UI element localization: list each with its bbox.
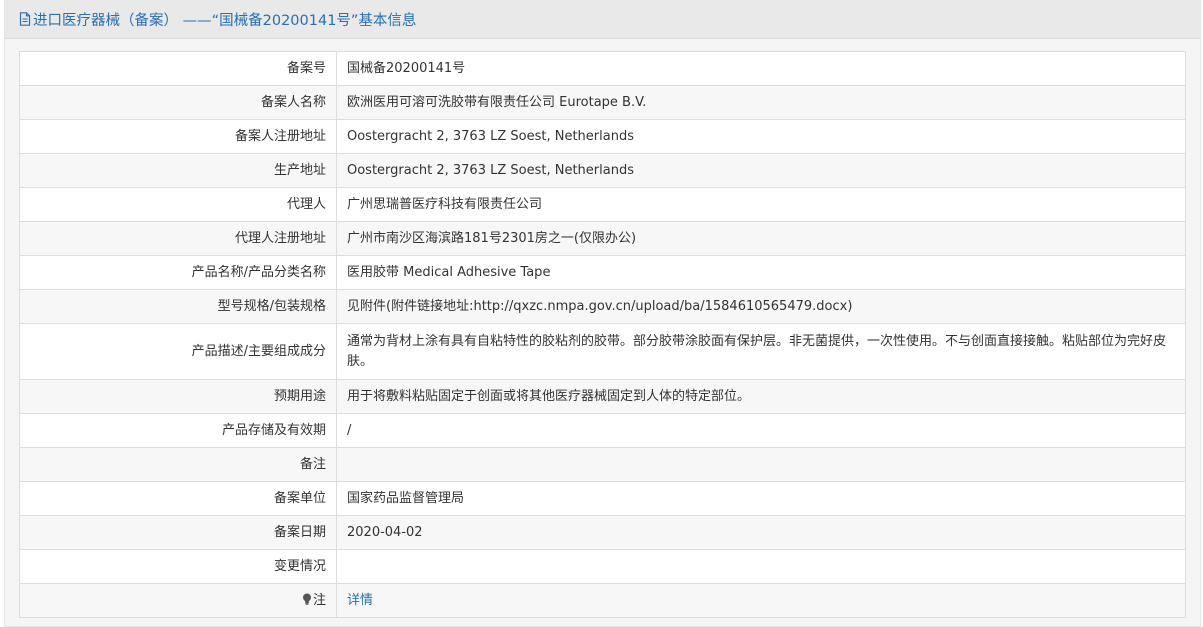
row-value: 国械备20200141号	[336, 51, 1186, 86]
row-label: 备案单位	[19, 481, 337, 516]
row-label: 备案人名称	[19, 85, 337, 120]
table-row: 型号规格/包装规格 见附件(附件链接地址:http://qxzc.nmpa.go…	[19, 289, 1186, 324]
table-row: 备案人注册地址 Oostergracht 2, 3763 LZ Soest, N…	[19, 119, 1186, 154]
row-label: 备注	[19, 447, 337, 482]
table-row: 产品描述/主要组成成分 通常为背材上涂有具有自粘特性的胶粘剂的胶带。部分胶带涂胶…	[19, 323, 1186, 380]
table-row: 备案号 国械备20200141号	[19, 51, 1186, 86]
row-value: 广州思瑞普医疗科技有限责任公司	[336, 187, 1186, 222]
row-value: 用于将敷料粘贴固定于创面或将其他医疗器械固定到人体的特定部位。	[336, 379, 1186, 414]
row-label: 产品存储及有效期	[19, 413, 337, 448]
row-label: 型号规格/包装规格	[19, 289, 337, 324]
table-row: 备案日期 2020-04-02	[19, 515, 1186, 550]
row-label: 产品名称/产品分类名称	[19, 255, 337, 290]
info-panel: 进口医疗器械（备案） ——“国械备20200141号”基本信息 备案号 国械备2…	[4, 0, 1201, 627]
page-title: 进口医疗器械（备案） ——“国械备20200141号”基本信息	[33, 12, 417, 29]
table-row: 产品存储及有效期 /	[19, 413, 1186, 448]
table-row: 代理人注册地址 广州市南沙区海滨路181号2301房之一(仅限办公)	[19, 221, 1186, 256]
row-value: 见附件(附件链接地址:http://qxzc.nmpa.gov.cn/uploa…	[336, 289, 1186, 324]
table-row: 备注	[19, 447, 1186, 482]
row-label: 生产地址	[19, 153, 337, 188]
row-label: 代理人注册地址	[19, 221, 337, 256]
row-value: /	[336, 413, 1186, 448]
row-value: 国家药品监督管理局	[336, 481, 1186, 516]
row-value: 2020-04-02	[336, 515, 1186, 550]
note-label: 注	[312, 592, 326, 608]
details-link[interactable]: 详情	[347, 593, 373, 608]
table-row: 变更情况	[19, 549, 1186, 584]
row-label: 备案号	[19, 51, 337, 86]
info-table: 备案号 国械备20200141号 备案人名称 欧洲医用可溶可洗胶带有限责任公司 …	[19, 51, 1186, 618]
row-label: 备案日期	[19, 515, 337, 550]
row-label: 变更情况	[19, 549, 337, 584]
row-label: 备案人注册地址	[19, 119, 337, 154]
table-row: 备案人名称 欧洲医用可溶可洗胶带有限责任公司 Eurotape B.V.	[19, 85, 1186, 120]
table-row: 生产地址 Oostergracht 2, 3763 LZ Soest, Neth…	[19, 153, 1186, 188]
row-value: 通常为背材上涂有具有自粘特性的胶粘剂的胶带。部分胶带涂胶面有保护层。非无菌提供，…	[336, 323, 1186, 380]
table-row: 代理人 广州思瑞普医疗科技有限责任公司	[19, 187, 1186, 222]
note-label-cell: 注	[19, 583, 337, 618]
row-value	[336, 549, 1186, 584]
row-value: Oostergracht 2, 3763 LZ Soest, Netherlan…	[336, 119, 1186, 154]
panel-header: 进口医疗器械（备案） ——“国械备20200141号”基本信息	[5, 0, 1200, 39]
note-row: 注 详情	[19, 583, 1186, 618]
lightbulb-icon	[302, 593, 311, 605]
table-row: 备案单位 国家药品监督管理局	[19, 481, 1186, 516]
note-value-cell: 详情	[336, 583, 1186, 618]
row-label: 代理人	[19, 187, 337, 222]
row-value: 欧洲医用可溶可洗胶带有限责任公司 Eurotape B.V.	[336, 85, 1186, 120]
row-value: 广州市南沙区海滨路181号2301房之一(仅限办公)	[336, 221, 1186, 256]
row-value	[336, 447, 1186, 482]
row-value: 医用胶带 Medical Adhesive Tape	[336, 255, 1186, 290]
row-label: 产品描述/主要组成成分	[19, 323, 337, 380]
table-row: 产品名称/产品分类名称 医用胶带 Medical Adhesive Tape	[19, 255, 1186, 290]
row-value: Oostergracht 2, 3763 LZ Soest, Netherlan…	[336, 153, 1186, 188]
table-row: 预期用途 用于将敷料粘贴固定于创面或将其他医疗器械固定到人体的特定部位。	[19, 379, 1186, 414]
document-icon	[19, 12, 31, 26]
row-label: 预期用途	[19, 379, 337, 414]
